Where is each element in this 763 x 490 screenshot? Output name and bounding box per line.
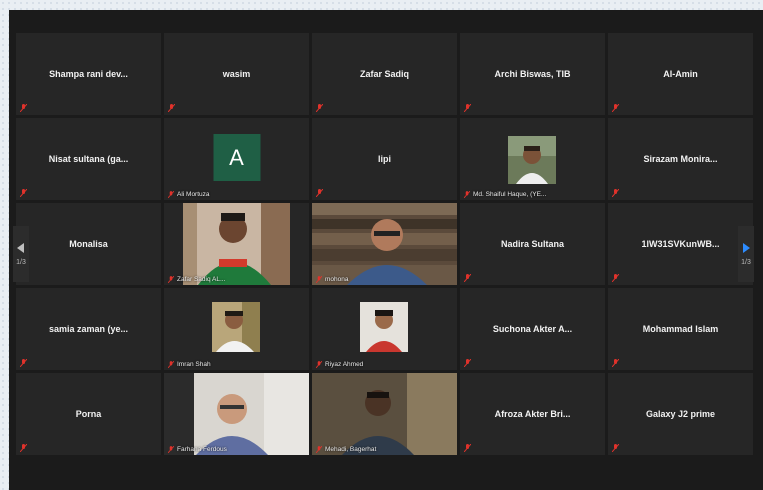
muted-mic-icon <box>168 104 175 112</box>
muted-mic-icon <box>316 361 322 368</box>
muted-mic-icon <box>20 189 27 197</box>
video-feed <box>312 203 457 285</box>
participant-tile[interactable]: mohona <box>312 203 457 285</box>
participant-name: Archi Biswas, TIB <box>494 69 571 79</box>
participant-tile[interactable]: Shampa rani dev... <box>16 33 161 115</box>
participant-caption: Zafar Sadiq AL... <box>168 276 225 283</box>
participant-tile-active-speaker[interactable]: Farhana Ferdous <box>164 373 309 455</box>
muted-mic-icon <box>464 444 471 452</box>
participant-tile[interactable]: Nadira Sultana <box>460 203 605 285</box>
participant-name: Monalisa <box>69 239 108 249</box>
muted-mic-icon <box>464 359 471 367</box>
participant-tile[interactable]: Riyaz Ahmed <box>312 288 457 370</box>
participant-name: Farhana Ferdous <box>177 446 227 453</box>
next-page-button[interactable]: 1/3 <box>738 226 754 282</box>
video-feed <box>183 203 290 285</box>
muted-mic-icon <box>612 189 619 197</box>
participant-tile[interactable]: Al-Amin <box>608 33 753 115</box>
participant-name: Riyaz Ahmed <box>325 361 364 368</box>
muted-mic-icon <box>316 446 322 453</box>
muted-mic-icon <box>464 104 471 112</box>
participant-name: Zafar Sadiq <box>359 69 409 79</box>
video-feed <box>508 136 556 184</box>
participant-name: Afroza Akter Bri... <box>494 409 571 419</box>
participant-tile[interactable]: Galaxy J2 prime <box>608 373 753 455</box>
muted-mic-icon <box>168 276 174 283</box>
chevron-right-icon <box>743 242 750 253</box>
participant-tile[interactable]: Nisat sultana (ga... <box>16 118 161 200</box>
participant-caption: Md. Shaiful Haque, (YE... <box>464 191 546 198</box>
participant-name: Sirazam Monira... <box>643 154 718 164</box>
video-feed <box>212 302 260 352</box>
video-feed <box>312 373 457 455</box>
muted-mic-icon <box>316 104 323 112</box>
participant-caption: Riyaz Ahmed <box>316 361 363 368</box>
participant-name: Galaxy J2 prime <box>645 409 716 419</box>
participant-name: 1lW31SVKunWB... <box>641 239 720 249</box>
participant-name: mohona <box>325 276 349 283</box>
participant-tile[interactable]: samia zaman (ye... <box>16 288 161 370</box>
participant-tile[interactable]: 1lW31SVKunWB... <box>608 203 753 285</box>
muted-mic-icon <box>464 274 471 282</box>
muted-mic-icon <box>316 276 322 283</box>
participant-caption: Ali Mortuza <box>168 191 210 198</box>
page-indicator: 1/3 <box>16 258 26 266</box>
muted-mic-icon <box>612 104 619 112</box>
video-feed <box>164 373 309 455</box>
participant-name: wasim <box>222 69 251 79</box>
muted-mic-icon <box>20 104 27 112</box>
participant-tile[interactable]: Archi Biswas, TIB <box>460 33 605 115</box>
participant-name: Mohammad Islam <box>642 324 719 334</box>
participant-tile[interactable]: Zafar Sadiq AL... <box>164 203 309 285</box>
participant-caption: Farhana Ferdous <box>168 446 227 453</box>
participant-tile[interactable]: A Ali Mortuza <box>164 118 309 200</box>
participant-tile[interactable]: wasim <box>164 33 309 115</box>
muted-mic-icon <box>612 444 619 452</box>
avatar: A <box>213 134 260 181</box>
participant-name: Nadira Sultana <box>500 239 565 249</box>
participant-name: Zafar Sadiq AL... <box>177 276 226 283</box>
muted-mic-icon <box>168 361 174 368</box>
participant-tile[interactable]: Monalisa <box>16 203 161 285</box>
participant-tile[interactable]: Imran Shah <box>164 288 309 370</box>
video-feed <box>360 302 408 352</box>
page-indicator: 1/3 <box>741 258 751 266</box>
participant-tile[interactable]: Afroza Akter Bri... <box>460 373 605 455</box>
participant-tile[interactable]: Mehadi, Bagerhat <box>312 373 457 455</box>
participant-name: lipi <box>378 154 391 164</box>
muted-mic-icon <box>20 444 27 452</box>
participant-name: Shampa rani dev... <box>49 69 128 79</box>
muted-mic-icon <box>316 189 323 197</box>
participant-caption: Mehadi, Bagerhat <box>316 446 376 453</box>
participant-name: Ali Mortuza <box>177 191 210 198</box>
participant-caption: mohona <box>316 276 349 283</box>
gallery-grid: Shampa rani dev... wasim Zafar Sadiq Arc… <box>16 33 753 455</box>
participant-name: Md. Shaiful Haque, (YE... <box>473 191 547 198</box>
participant-tile[interactable]: Zafar Sadiq <box>312 33 457 115</box>
participant-name: Porna <box>75 409 102 419</box>
participant-tile[interactable]: Mohammad Islam <box>608 288 753 370</box>
participant-tile[interactable]: Md. Shaiful Haque, (YE... <box>460 118 605 200</box>
participant-tile[interactable]: lipi <box>312 118 457 200</box>
chevron-left-icon <box>17 242 24 253</box>
previous-page-button[interactable]: 1/3 <box>13 226 29 282</box>
participant-tile[interactable]: Suchona Akter A... <box>460 288 605 370</box>
participant-tile[interactable]: Sirazam Monira... <box>608 118 753 200</box>
muted-mic-icon <box>612 359 619 367</box>
muted-mic-icon <box>612 274 619 282</box>
participant-name: Mehadi, Bagerhat <box>325 446 377 453</box>
muted-mic-icon <box>168 446 174 453</box>
muted-mic-icon <box>20 359 27 367</box>
participant-name: Nisat sultana (ga... <box>48 154 129 164</box>
participant-name: Suchona Akter A... <box>492 324 573 334</box>
muted-mic-icon <box>464 191 470 198</box>
participant-name: Imran Shah <box>177 361 211 368</box>
participant-caption: Imran Shah <box>168 361 211 368</box>
participant-name: samia zaman (ye... <box>48 324 129 334</box>
participant-tile[interactable]: Porna <box>16 373 161 455</box>
participant-name: Al-Amin <box>663 69 698 79</box>
muted-mic-icon <box>168 191 174 198</box>
